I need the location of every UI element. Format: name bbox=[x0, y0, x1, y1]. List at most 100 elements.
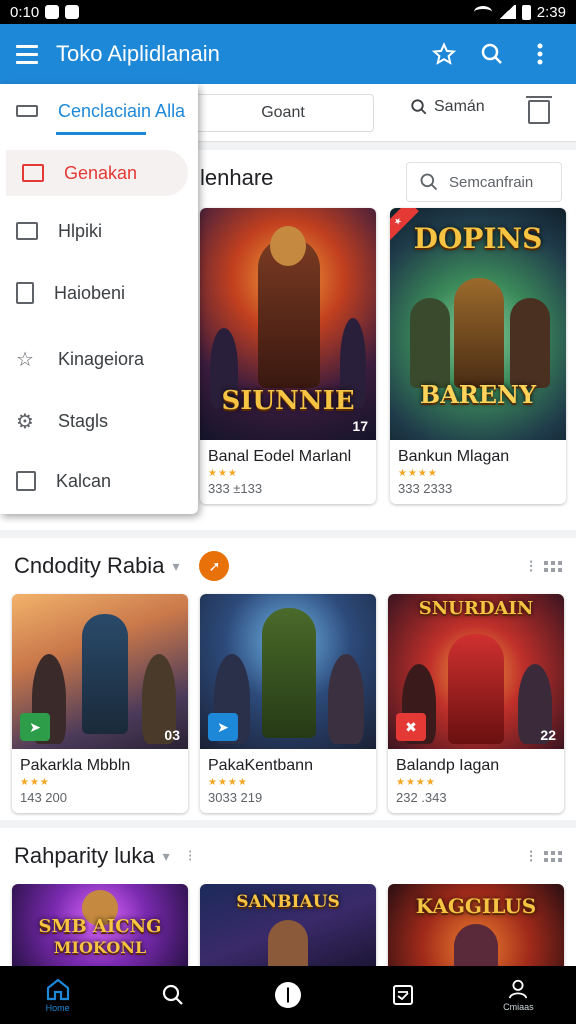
tablet-icon bbox=[16, 105, 38, 117]
drawer-item-kalcan[interactable]: Kalcan bbox=[0, 458, 198, 504]
game-logo: SNURDAIN bbox=[418, 598, 534, 619]
bottom-navigation: Home | Cmiaas bbox=[0, 966, 576, 1024]
app-meta: 333 2333 bbox=[398, 481, 453, 496]
drawer-item-label: Hlpiki bbox=[58, 220, 103, 241]
game-logo: KAGGILUS bbox=[415, 894, 537, 918]
drawer-header[interactable]: Cenclaciain Alla bbox=[0, 88, 198, 134]
app-thumbnail: SMB AICNG MIOKONL bbox=[12, 884, 188, 966]
section-popular: Rahparity luka ▾ ⁝ ⁝ SMB AICNG MIOKONL S… bbox=[0, 828, 576, 966]
app-meta: 3033 219 bbox=[208, 790, 263, 805]
app-title: Balandp Iagan bbox=[396, 757, 500, 774]
search-icon[interactable] bbox=[468, 30, 516, 78]
card-badge-number: 03 bbox=[164, 727, 180, 743]
inbox-icon bbox=[22, 164, 44, 182]
more-icon[interactable]: ⁝ bbox=[188, 846, 193, 866]
drawer-item-label: Stagls bbox=[58, 410, 109, 431]
status-clock: 2:39 bbox=[536, 3, 566, 21]
grid-view-icon[interactable] bbox=[544, 850, 562, 862]
chevron-down-icon[interactable]: ▾ bbox=[172, 558, 179, 575]
app-thumbnail: ➤ bbox=[200, 594, 376, 749]
app-card[interactable]: ➤ PakaKentbann ★★★★ 3033 219 bbox=[200, 594, 376, 813]
image-icon bbox=[16, 222, 38, 240]
drawer-item-label: Haiobeni bbox=[54, 282, 126, 303]
drawer-item-hlpiki[interactable]: Hlpiki bbox=[0, 208, 198, 254]
app-badge-icon: ➤ bbox=[20, 713, 50, 741]
nav-library[interactable] bbox=[363, 983, 443, 1007]
drawer-item-label: Kinageiora bbox=[58, 348, 145, 369]
star-outline-icon: ☆ bbox=[16, 348, 34, 371]
app-card[interactable]: ★ DOPINS BARENY Bankun Mlagan ★★★★ 333 2… bbox=[390, 208, 566, 504]
top-search-button[interactable]: Samán bbox=[410, 98, 485, 116]
status-time: 0:10 bbox=[10, 3, 40, 21]
app-thumbnail: ➤ 03 bbox=[12, 594, 188, 749]
sort-icon[interactable]: ⁝ bbox=[528, 556, 534, 577]
drawer-item-label: Kalcan bbox=[56, 470, 112, 491]
info-icon: | bbox=[274, 982, 301, 1008]
rating-stars: ★★★ bbox=[20, 777, 50, 788]
section-search-input[interactable]: Semcanfrain bbox=[406, 162, 562, 202]
chevron-down-icon[interactable]: ▾ bbox=[163, 848, 170, 865]
grid-view-icon[interactable] bbox=[544, 560, 562, 572]
app-title: PakaKentbann bbox=[208, 757, 313, 774]
app-title: Toko Aiplidlanain bbox=[56, 41, 220, 66]
section-search-placeholder: Semcanfrain bbox=[449, 173, 534, 191]
nav-info[interactable]: | bbox=[248, 982, 328, 1008]
home-icon bbox=[46, 978, 69, 1001]
app-meta: 143 200 bbox=[20, 790, 67, 805]
menu-icon[interactable] bbox=[12, 38, 44, 70]
app-card[interactable]: SNURDAIN ✖ 22 Balandp Iagan ★★★★ 232 .34… bbox=[388, 594, 564, 813]
drawer-item-stagls[interactable]: ⚙ Stagls bbox=[0, 398, 198, 444]
nav-profile[interactable]: Cmiaas bbox=[478, 978, 558, 1012]
app-title: Banal Eodel Marlanl bbox=[208, 448, 352, 465]
game-logo-bottom: MIOKONL bbox=[53, 938, 147, 957]
app-title: Bankun Mlagan bbox=[398, 448, 510, 465]
wifi-icon bbox=[473, 6, 492, 18]
top-search-label: Samán bbox=[434, 98, 485, 115]
app-badge-icon: ✖ bbox=[396, 713, 426, 741]
drawer-item-genakan[interactable]: Genakan bbox=[6, 150, 188, 196]
drawer-item-haiobeni[interactable]: Haiobeni bbox=[0, 270, 198, 316]
nav-home[interactable]: Home bbox=[18, 977, 98, 1013]
app-bar: Toko Aiplidlanain bbox=[0, 24, 576, 84]
folder-icon bbox=[16, 471, 36, 491]
drawer-header-label: Cenclaciain Alla bbox=[58, 100, 186, 121]
person-icon bbox=[509, 979, 528, 999]
search-icon bbox=[420, 173, 438, 191]
game-logo: SMB AICNG bbox=[38, 916, 162, 937]
navigation-drawer: Cenclaciain Alla Genakan Hlpiki Haiobeni… bbox=[0, 84, 198, 514]
game-logo-bottom: BARENY bbox=[419, 380, 537, 409]
more-vert-icon[interactable] bbox=[516, 30, 564, 78]
app-meta: 232 .343 bbox=[396, 790, 447, 805]
trash-icon[interactable] bbox=[526, 96, 552, 124]
signal-icon bbox=[497, 5, 516, 19]
status-bar: 0:10 2:39 bbox=[0, 0, 576, 24]
section-title: lenhare bbox=[200, 165, 274, 190]
card-badge-number: 22 bbox=[540, 727, 556, 743]
sort-icon[interactable]: ⁝ bbox=[528, 846, 534, 867]
bookmark-icon bbox=[16, 282, 34, 304]
arrow-badge-icon[interactable]: ➚ bbox=[199, 551, 230, 581]
card-badge-number: 17 bbox=[352, 418, 368, 434]
app-card[interactable]: SIUNNIE 17 Banal Eodel Marlanl ★★★ 333 ±… bbox=[200, 208, 376, 504]
star-icon[interactable] bbox=[420, 30, 468, 78]
nav-label: Cmiaas bbox=[503, 1002, 534, 1012]
app-card[interactable]: SANBIAUS bbox=[200, 884, 376, 966]
game-logo: SIUNNIE bbox=[221, 386, 355, 416]
app-thumbnail: ★ DOPINS BARENY bbox=[390, 208, 566, 440]
rating-stars: ★★★★ bbox=[208, 777, 248, 788]
app-title: Pakarkla Mbbln bbox=[20, 757, 131, 774]
filter-chip[interactable]: Goant bbox=[192, 94, 374, 132]
rating-stars: ★★★ bbox=[208, 468, 238, 479]
app-thumbnail: SIUNNIE 17 bbox=[200, 208, 376, 440]
app-card[interactable]: ➤ 03 Pakarkla Mbbln ★★★ 143 200 bbox=[12, 594, 188, 813]
drawer-header-underline bbox=[56, 132, 146, 135]
app-thumbnail: SNURDAIN ✖ 22 bbox=[388, 594, 564, 749]
notification-icon bbox=[45, 5, 60, 19]
nav-label: Home bbox=[45, 1003, 70, 1013]
battery-icon bbox=[521, 4, 531, 20]
nav-search[interactable] bbox=[133, 983, 213, 1007]
app-card[interactable]: KAGGILUS bbox=[388, 884, 564, 966]
app-card[interactable]: SMB AICNG MIOKONL bbox=[12, 884, 188, 966]
drawer-item-kinageiora[interactable]: ☆ Kinageiora bbox=[0, 336, 198, 382]
photo-notification-icon bbox=[65, 5, 80, 19]
